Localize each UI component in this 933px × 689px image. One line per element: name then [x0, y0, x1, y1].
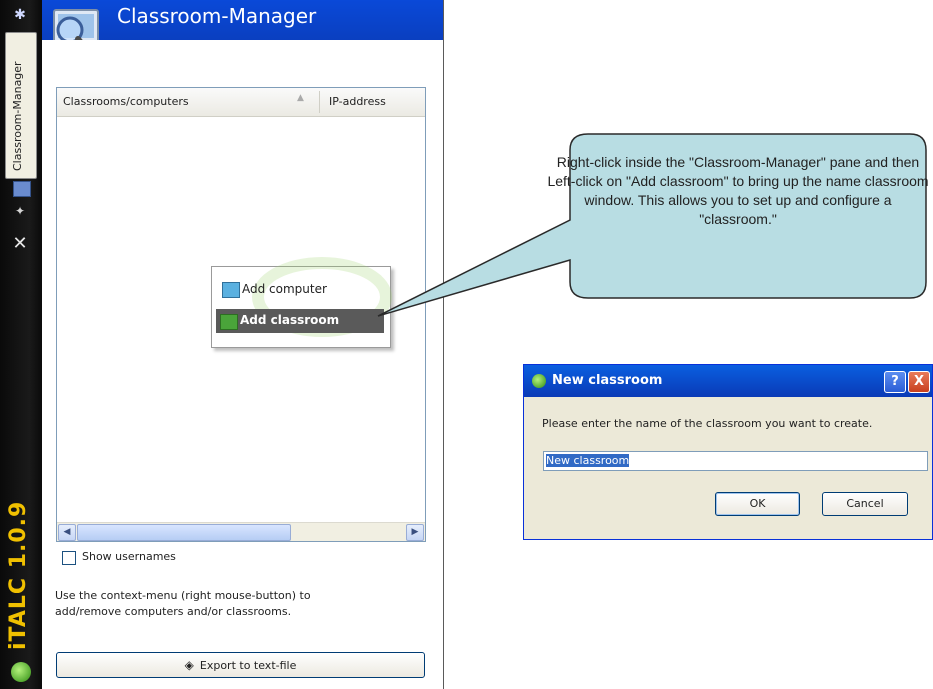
gear-icon[interactable]: ✱ [11, 6, 29, 24]
version-label: iTALC 1.0.9 [6, 500, 31, 650]
snapshot-icon[interactable]: ✦ [11, 204, 29, 220]
scroll-thumb[interactable] [77, 524, 291, 541]
dialog-title: New classroom [552, 373, 663, 388]
ok-button[interactable]: OK [715, 492, 800, 516]
tab-classroom-manager-label: Classroom-Manager [11, 61, 24, 171]
menu-item-label: Add classroom [240, 313, 340, 327]
column-header-classrooms[interactable]: Classrooms/computers [63, 95, 189, 108]
close-icon[interactable]: X [908, 371, 930, 393]
scroll-right-icon[interactable]: ▶ [406, 524, 424, 541]
sort-up-icon: ▲ [297, 93, 304, 103]
scroll-left-icon[interactable]: ◀ [58, 524, 76, 541]
italc-logo-icon [11, 662, 31, 682]
dialog-prompt: Please enter the name of the classroom y… [542, 417, 873, 430]
dialog-titlebar[interactable]: New classroom ? X [524, 365, 932, 397]
add-classroom-icon [220, 314, 238, 330]
new-classroom-dialog: New classroom ? X Please enter the name … [523, 364, 933, 540]
help-icon[interactable]: ? [884, 371, 906, 393]
export-button[interactable]: ◈ Export to text-file [56, 652, 425, 678]
show-usernames-label[interactable]: Show usernames [82, 550, 176, 563]
column-header-ip[interactable]: IP-address [329, 95, 386, 108]
sidebar: ✱ Classroom-Manager ✦ ✕ iTALC 1.0.9 [0, 0, 42, 689]
add-computer-icon [222, 282, 240, 298]
help-text: Use the context-menu (right mouse-button… [55, 589, 311, 618]
callout-text: Right-click inside the "Classroom-Manage… [547, 154, 929, 227]
classroom-manager-icon [13, 181, 31, 197]
show-usernames-checkbox[interactable] [62, 551, 76, 565]
column-divider[interactable] [319, 91, 320, 113]
tab-classroom-manager[interactable]: Classroom-Manager [5, 32, 37, 197]
classroom-name-input[interactable]: New classroom [543, 451, 928, 471]
italc-logo-icon [532, 374, 546, 388]
menu-item-add-computer[interactable]: Add computer [218, 279, 384, 299]
list-header: Classrooms/computers ▲ IP-address [57, 88, 425, 117]
horizontal-scrollbar[interactable]: ◀ ▶ [57, 522, 425, 541]
menu-item-label: Add computer [242, 282, 327, 296]
export-button-label: Export to text-file [199, 659, 297, 672]
cancel-button[interactable]: Cancel [822, 492, 908, 516]
context-menu: Add computer Add classroom [211, 257, 392, 348]
export-icon: ◈ [184, 658, 194, 672]
classroom-name-value: New classroom [546, 454, 630, 467]
tools-icon[interactable]: ✕ [10, 234, 30, 254]
panel-title: Classroom-Manager [117, 4, 317, 28]
menu-item-add-classroom[interactable]: Add classroom [216, 309, 384, 333]
